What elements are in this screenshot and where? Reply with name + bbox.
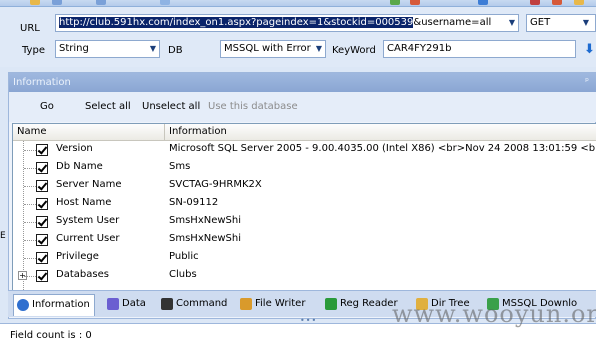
url-input[interactable]: http://club.591hx.com/index_on1.aspx?pag… — [55, 14, 519, 32]
row-name: Server Name — [56, 179, 122, 190]
toolbar-icon[interactable] — [96, 0, 106, 5]
table-row[interactable]: Server Name SVCTAG-9HRMK2X — [13, 177, 596, 195]
action-bar: Go Select all Unselect all Use this data… — [9, 92, 596, 122]
tab-reg-reader[interactable]: Reg Reader — [322, 294, 398, 316]
row-checkbox[interactable] — [36, 252, 48, 264]
app-window: URL http://club.591hx.com/index_on1.aspx… — [0, 0, 596, 344]
keyword-input[interactable]: CAR4FY291b — [383, 40, 576, 58]
row-info: Sms — [169, 161, 191, 172]
method-value: GET — [530, 17, 551, 28]
table-row[interactable]: Current User SmsHxNewShi — [13, 231, 596, 249]
command-icon — [161, 298, 173, 310]
unselect-all-button[interactable]: Unselect all — [142, 101, 200, 112]
row-checkbox[interactable] — [36, 144, 48, 156]
table-row[interactable]: Host Name SN-09112 — [13, 195, 596, 213]
status-text: Field count is : 0 — [10, 330, 92, 341]
row-checkbox[interactable] — [36, 270, 48, 282]
method-select[interactable]: GET ▼ — [526, 14, 596, 32]
toolbar — [0, 0, 596, 7]
data-icon — [107, 298, 119, 310]
toolbar-icon[interactable] — [574, 0, 584, 5]
type-value: String — [59, 43, 89, 54]
row-info: Public — [169, 251, 199, 262]
splitter-handle[interactable]: ••• — [300, 317, 316, 325]
chevron-down-icon[interactable]: ▼ — [509, 15, 515, 31]
table-header: Name Information — [13, 124, 596, 141]
toolbar-icon[interactable] — [390, 0, 400, 5]
select-all-button[interactable]: Select all — [85, 101, 131, 112]
tab-label: Reg Reader — [340, 298, 398, 309]
url-tail-text: &username=all — [413, 17, 492, 28]
watermark: www.wooyun.org — [392, 300, 596, 328]
row-name: System User — [56, 215, 120, 226]
tab-label: Data — [122, 298, 146, 309]
type-select[interactable]: String ▼ — [55, 40, 160, 58]
toolbar-icon[interactable] — [52, 0, 62, 5]
row-name: Host Name — [56, 197, 112, 208]
url-selected-text: http://club.591hx.com/index_on1.aspx?pag… — [59, 17, 414, 28]
tab-data[interactable]: Data — [104, 294, 146, 316]
tab-information[interactable]: Information — [13, 294, 95, 316]
toolbar-icon[interactable] — [530, 0, 540, 5]
db-label: DB — [168, 45, 183, 56]
toolbar-icon[interactable] — [410, 0, 420, 5]
row-name: Version — [56, 143, 93, 154]
tab-label: Command — [176, 298, 228, 309]
file-writer-icon — [240, 298, 252, 310]
tab-file-writer[interactable]: File Writer — [237, 294, 305, 316]
row-info: SmsHxNewShi — [169, 215, 242, 226]
row-name: Db Name — [56, 161, 103, 172]
toolbar-icon[interactable] — [30, 0, 40, 5]
panel-title: Information — [13, 77, 71, 88]
db-value: MSSQL with Error — [224, 43, 311, 54]
tab-command[interactable]: Command — [158, 294, 227, 316]
keyword-label: KeyWord — [332, 45, 376, 56]
row-info: SVCTAG-9HRMK2X — [169, 179, 262, 190]
request-form: URL http://club.591hx.com/index_on1.aspx… — [0, 7, 596, 67]
column-header-information[interactable]: Information — [165, 124, 596, 140]
table-row[interactable]: System User SmsHxNewShi — [13, 213, 596, 231]
row-name: Databases — [56, 269, 109, 280]
table-row[interactable]: Privilege Public — [13, 249, 596, 267]
left-edge-fragment: E — [0, 231, 6, 241]
toolbar-icon[interactable] — [478, 0, 488, 5]
keyword-value: CAR4FY291b — [387, 43, 452, 54]
type-label: Type — [22, 45, 45, 56]
row-checkbox[interactable] — [36, 162, 48, 174]
db-select[interactable]: MSSQL with Error ▼ — [220, 40, 326, 58]
row-info: SN-09112 — [169, 197, 219, 208]
row-name: Privilege — [56, 251, 99, 262]
pin-icon[interactable]: ᵖ — [585, 73, 589, 92]
reg-reader-icon — [325, 298, 337, 310]
table-row[interactable]: Version Microsoft SQL Server 2005 - 9.00… — [13, 141, 596, 159]
tab-label: File Writer — [255, 298, 306, 309]
row-checkbox[interactable] — [36, 180, 48, 192]
info-icon — [17, 299, 29, 311]
information-panel: Information ᵖ Go Select all Unselect all… — [8, 72, 596, 319]
table-row[interactable]: + Databases Clubs — [13, 267, 596, 285]
chevron-down-icon[interactable]: ▼ — [150, 41, 156, 57]
chevron-down-icon[interactable]: ▼ — [316, 41, 322, 57]
row-info: Microsoft SQL Server 2005 - 9.00.4035.00… — [169, 143, 596, 154]
toolbar-icon[interactable] — [160, 0, 170, 5]
table-row[interactable]: Db Name Sms — [13, 159, 596, 177]
row-checkbox[interactable] — [36, 198, 48, 210]
info-table: Name Information Version Microsoft SQL S… — [12, 123, 596, 291]
tab-label: Information — [32, 299, 90, 310]
toolbar-icon[interactable] — [552, 0, 562, 5]
row-checkbox[interactable] — [36, 216, 48, 228]
go-button[interactable]: Go — [40, 101, 54, 112]
row-info: SmsHxNewShi — [169, 233, 242, 244]
row-checkbox[interactable] — [36, 234, 48, 246]
row-info: Clubs — [169, 269, 197, 280]
row-name: Current User — [56, 233, 120, 244]
url-label: URL — [20, 23, 40, 34]
arrow-down-icon[interactable]: ⬇ — [584, 42, 596, 60]
column-header-name[interactable]: Name — [13, 124, 165, 140]
chevron-down-icon[interactable]: ▼ — [583, 15, 589, 31]
panel-header: Information ᵖ — [9, 73, 596, 92]
use-database-button[interactable]: Use this database — [208, 101, 298, 112]
